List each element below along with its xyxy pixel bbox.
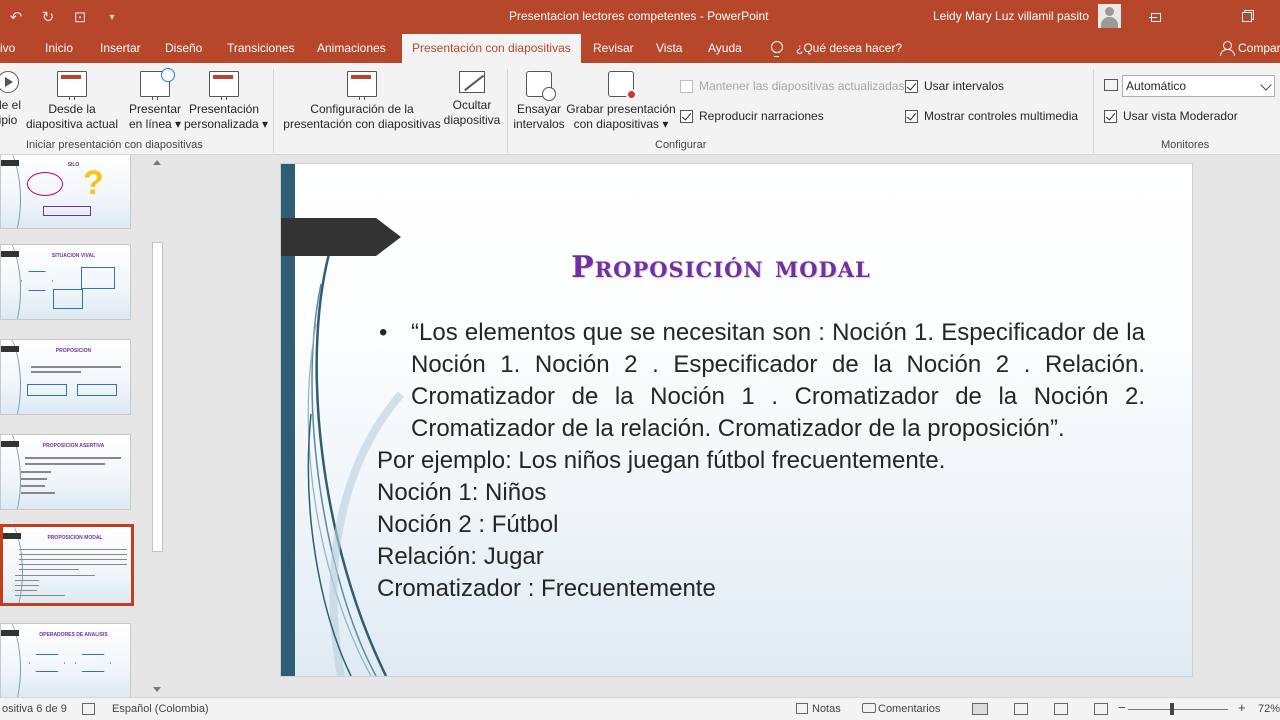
redo-icon[interactable]: ↻ (32, 0, 64, 34)
comments-button[interactable]: Comentarios (878, 703, 940, 715)
tab-design[interactable]: Diseño (165, 34, 202, 63)
avatar[interactable] (1098, 4, 1121, 28)
group-divider (507, 69, 508, 153)
bullet-dot-icon: • (379, 319, 388, 346)
monitor-icon (1104, 79, 1118, 91)
group-divider (1093, 69, 1094, 153)
tab-review[interactable]: Revisar (593, 34, 634, 63)
group-divider (273, 69, 274, 153)
use-presenter-view-checkbox[interactable]: Usar vista Moderador (1104, 109, 1238, 123)
setup-slideshow-icon (347, 71, 377, 100)
restore-window-icon[interactable] (1224, 0, 1270, 34)
example-line: Noción 1: Niños (377, 479, 547, 506)
monitor-select[interactable]: Automático (1122, 75, 1275, 97)
tab-insert[interactable]: Insertar (100, 34, 141, 63)
user-name[interactable]: Leidy Mary Luz villamil pasito (933, 9, 1089, 23)
zoom-in-icon[interactable]: + (1238, 700, 1246, 715)
record-icon (608, 71, 637, 100)
comments-icon (862, 703, 876, 713)
slide-sorter-icon[interactable] (1014, 703, 1028, 715)
custom-show-icon (209, 71, 239, 100)
start-slideshow-icon[interactable]: ⊡ (64, 0, 96, 34)
slide-title[interactable]: Proposición modal (431, 250, 1011, 285)
slide-thumbnail[interactable]: OPERADORES DE ANALISIS (0, 623, 131, 697)
rehearse-timings-button[interactable]: Ensayar intervalos (512, 71, 566, 132)
ribbon: de el ipio Desde la diapositiva actual P… (0, 63, 1280, 155)
show-media-controls-checkbox[interactable]: Mostrar controles multimedia (905, 109, 1078, 123)
scroll-up-icon[interactable] (153, 160, 161, 165)
quick-access-toolbar: ↶ ↻ ⊡ ▾ (0, 0, 128, 34)
share-button[interactable]: Compar (1238, 34, 1280, 63)
tab-slide-show[interactable]: Presentación con diapositivas (402, 34, 581, 63)
zoom-level[interactable]: 72% (1258, 703, 1280, 715)
example-line: Cromatizador : Frecuentemente (377, 575, 716, 602)
group-label-monitors: Monitores (1161, 139, 1210, 151)
question-mark-icon: ? (83, 164, 104, 202)
chevron-down-icon (1260, 79, 1272, 91)
slide-thumbnails-pane: SILO ? SITUACIÓN VIVAL PROPOSICIÓN PROPO… (0, 155, 150, 697)
scroll-down-icon[interactable] (153, 687, 161, 692)
share-icon (1220, 41, 1235, 56)
language-indicator[interactable]: Español (Colombia) (112, 703, 209, 715)
tab-animations[interactable]: Animaciones (317, 34, 386, 63)
undo-icon[interactable]: ↶ (0, 0, 32, 34)
notes-button[interactable]: Notas (812, 703, 841, 715)
slide-count: ositiva 6 de 9 (2, 703, 67, 715)
example-line: Relación: Jugar (377, 543, 544, 570)
present-online-button[interactable]: Presentar en línea ▾ (128, 68, 182, 132)
record-slide-show-button[interactable]: Grabar presentación con diapositivas ▾ (566, 71, 676, 132)
keep-slides-updated-checkbox[interactable]: Mantener las diapositivas actualizadas (680, 79, 904, 93)
tab-transitions[interactable]: Transiciones (227, 34, 295, 63)
zoom-slider[interactable] (1128, 709, 1228, 710)
zoom-out-icon[interactable]: − (1118, 700, 1126, 715)
example-line: Noción 2 : Fútbol (377, 511, 559, 538)
title-bar: ↶ ↻ ⊡ ▾ Presentacion lectores competente… (0, 0, 1280, 34)
slideshow-view-icon[interactable] (1094, 703, 1108, 715)
use-timings-checkbox[interactable]: Usar intervalos (905, 79, 1004, 93)
slide-thumbnail[interactable]: PROPOSICIÓN ASERTIVA (0, 434, 131, 510)
tab-file[interactable]: ivo (0, 34, 15, 63)
lightbulb-icon (770, 41, 783, 57)
present-online-icon (140, 68, 175, 100)
customize-qat-icon[interactable]: ▾ (96, 0, 128, 34)
stopwatch-icon (526, 71, 556, 101)
slide-flag-banner (281, 218, 401, 256)
slide-thumbnail[interactable]: SITUACIÓN VIVAL (0, 244, 131, 320)
bullet-item: • “Los elementos que se necesitan son : … (379, 319, 1145, 442)
tell-me-search[interactable]: ¿Qué desea hacer? (796, 34, 902, 63)
custom-slide-show-button[interactable]: Presentación personalizada ▾ (184, 71, 268, 132)
scrollbar-thumb[interactable] (152, 242, 163, 552)
status-bar: ositiva 6 de 9 Español (Colombia) Notas … (0, 697, 1280, 720)
tab-view[interactable]: Vista (656, 34, 682, 63)
group-label-configure: Configurar (655, 139, 707, 151)
from-beginning-button[interactable]: de el ipio (0, 71, 22, 128)
ribbon-display-options-icon[interactable] (1133, 0, 1179, 34)
spelling-check-icon[interactable] (82, 703, 95, 715)
tab-home[interactable]: Inicio (45, 34, 73, 63)
example-line: Por ejemplo: Los niños juegan fútbol fre… (377, 447, 946, 474)
thumbnails-scrollbar[interactable] (150, 155, 165, 697)
hide-slide-button[interactable]: Ocultar diapositiva (442, 71, 502, 128)
group-label-start: Iniciar presentación con diapositivas (26, 139, 203, 151)
from-current-slide-button[interactable]: Desde la diapositiva actual (24, 71, 120, 132)
play-icon (0, 71, 19, 93)
hide-slide-icon (459, 71, 485, 93)
slide-thumbnail[interactable]: SILO ? (0, 155, 131, 229)
window-title: Presentacion lectores competentes - Powe… (509, 9, 769, 23)
normal-view-icon[interactable] (972, 703, 988, 715)
slide-thumbnail[interactable]: PROPOSICIÓN (0, 339, 131, 415)
presentation-screen-icon (57, 71, 87, 100)
slide-body-text[interactable]: • “Los elementos que se necesitan son : … (377, 317, 1145, 605)
set-up-slide-show-button[interactable]: Configuración de la presentación con dia… (282, 71, 442, 132)
slide-thumbnail-selected[interactable]: PROPOSICIÓN MODAL (0, 524, 134, 606)
current-slide[interactable]: Proposición modal • “Los elementos que s… (281, 164, 1192, 676)
play-narrations-checkbox[interactable]: Reproducir narraciones (680, 109, 824, 123)
notes-icon (796, 703, 808, 714)
ribbon-tabs: ivo Inicio Insertar Diseño Transiciones … (0, 34, 1280, 63)
zoom-slider-handle[interactable] (1170, 703, 1174, 715)
tab-help[interactable]: Ayuda (708, 34, 742, 63)
reading-view-icon[interactable] (1054, 703, 1068, 715)
